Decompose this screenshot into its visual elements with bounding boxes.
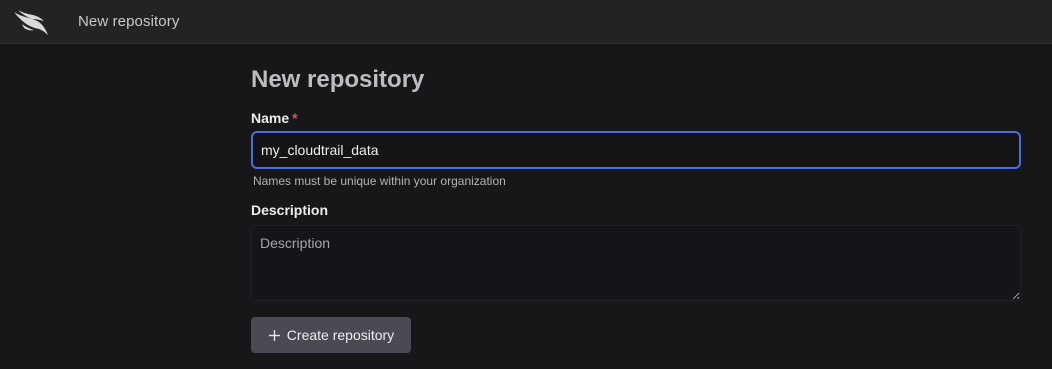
name-input[interactable] — [251, 131, 1021, 169]
topbar-title: New repository — [78, 13, 180, 30]
create-repository-button[interactable]: Create repository — [251, 317, 411, 353]
description-textarea[interactable] — [251, 225, 1021, 301]
falcon-logo-icon[interactable] — [12, 8, 50, 36]
name-label-text: Name — [251, 110, 290, 126]
name-hint: Names must be unique within your organiz… — [253, 174, 506, 188]
description-label: Description — [251, 202, 329, 218]
top-bar: New repository — [0, 0, 1052, 44]
name-label: Name * — [251, 110, 298, 126]
create-repository-label: Create repository — [286, 327, 395, 343]
page-title: New repository — [251, 66, 425, 93]
plus-icon — [268, 329, 280, 341]
required-marker: * — [292, 110, 298, 126]
